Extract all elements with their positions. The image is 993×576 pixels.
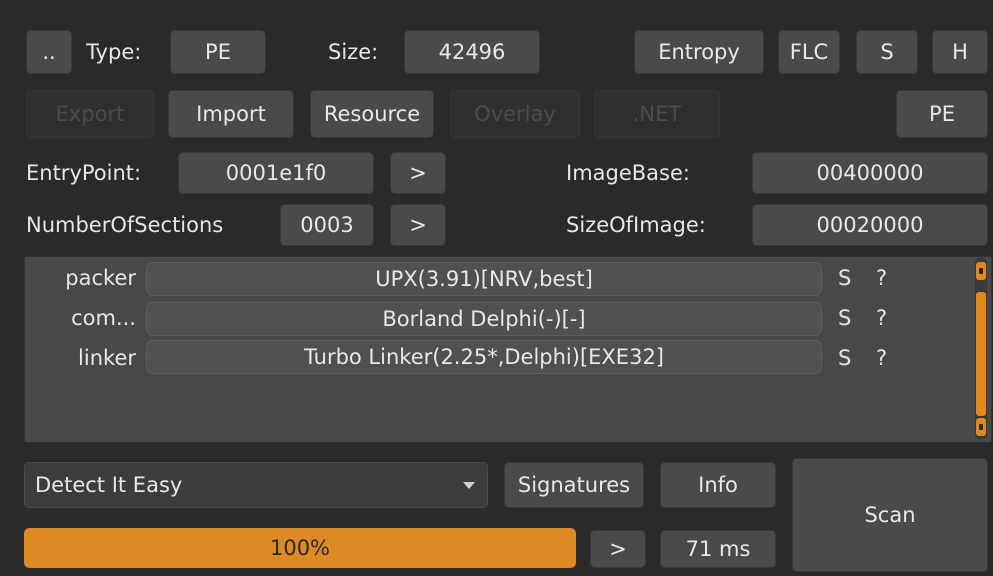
sections-go-button[interactable]: > <box>390 204 446 246</box>
chevron-down-icon <box>463 482 475 489</box>
log-go-button[interactable]: > <box>590 530 646 568</box>
imagebase-label: ImageBase: <box>566 161 690 185</box>
scan-button[interactable]: Scan <box>792 458 988 572</box>
net-button[interactable]: .NET <box>594 90 720 138</box>
entrypoint-go-button[interactable]: > <box>390 152 446 194</box>
engine-select-value: Detect It Easy <box>35 473 183 497</box>
progress-text: 100% <box>269 536 331 560</box>
up-button[interactable]: .. <box>26 30 72 74</box>
scroll-down-icon[interactable] <box>976 418 986 436</box>
s-button[interactable]: S <box>856 30 918 74</box>
detection-s-link[interactable]: S <box>838 266 851 290</box>
detection-type: linker <box>78 346 136 370</box>
engine-select[interactable]: Detect It Easy <box>24 462 488 508</box>
detection-s-link[interactable]: S <box>838 346 851 370</box>
entrypoint-value[interactable]: 0001e1f0 <box>178 152 374 194</box>
export-button[interactable]: Export <box>26 90 154 138</box>
h-button[interactable]: H <box>932 30 988 74</box>
info-button[interactable]: Info <box>660 462 776 508</box>
detection-type: com... <box>71 306 136 330</box>
signatures-button[interactable]: Signatures <box>504 462 644 508</box>
import-button[interactable]: Import <box>168 90 294 138</box>
type-label: Type: <box>86 40 142 64</box>
detection-value[interactable]: Turbo Linker(2.25*,Delphi)[EXE32] <box>146 340 822 374</box>
scan-progress-bar: 100% <box>24 528 576 568</box>
imagebase-value[interactable]: 00400000 <box>752 152 988 194</box>
entrypoint-label: EntryPoint: <box>26 161 142 185</box>
sections-value[interactable]: 0003 <box>280 204 374 246</box>
sizeofimage-label: SizeOfImage: <box>566 213 706 237</box>
elapsed-time: 71 ms <box>660 530 776 568</box>
scroll-thumb[interactable] <box>976 292 986 416</box>
sections-label: NumberOfSections <box>26 213 224 237</box>
size-label: Size: <box>328 40 379 64</box>
flc-button[interactable]: FLC <box>778 30 840 74</box>
detection-info-link[interactable]: ? <box>876 346 887 370</box>
sizeofimage-value[interactable]: 00020000 <box>752 204 988 246</box>
type-value[interactable]: PE <box>170 30 266 74</box>
detection-info-link[interactable]: ? <box>876 306 887 330</box>
detection-type: packer <box>65 266 136 290</box>
detection-value[interactable]: UPX(3.91)[NRV,best] <box>146 262 822 296</box>
detection-s-link[interactable]: S <box>838 306 851 330</box>
size-value[interactable]: 42496 <box>404 30 540 74</box>
entropy-button[interactable]: Entropy <box>634 30 764 74</box>
overlay-button[interactable]: Overlay <box>450 90 580 138</box>
scroll-up-icon[interactable] <box>976 262 986 280</box>
detection-value[interactable]: Borland Delphi(-)[-] <box>146 302 822 336</box>
resource-button[interactable]: Resource <box>310 90 434 138</box>
detection-info-link[interactable]: ? <box>876 266 887 290</box>
pe-button[interactable]: PE <box>896 90 988 138</box>
